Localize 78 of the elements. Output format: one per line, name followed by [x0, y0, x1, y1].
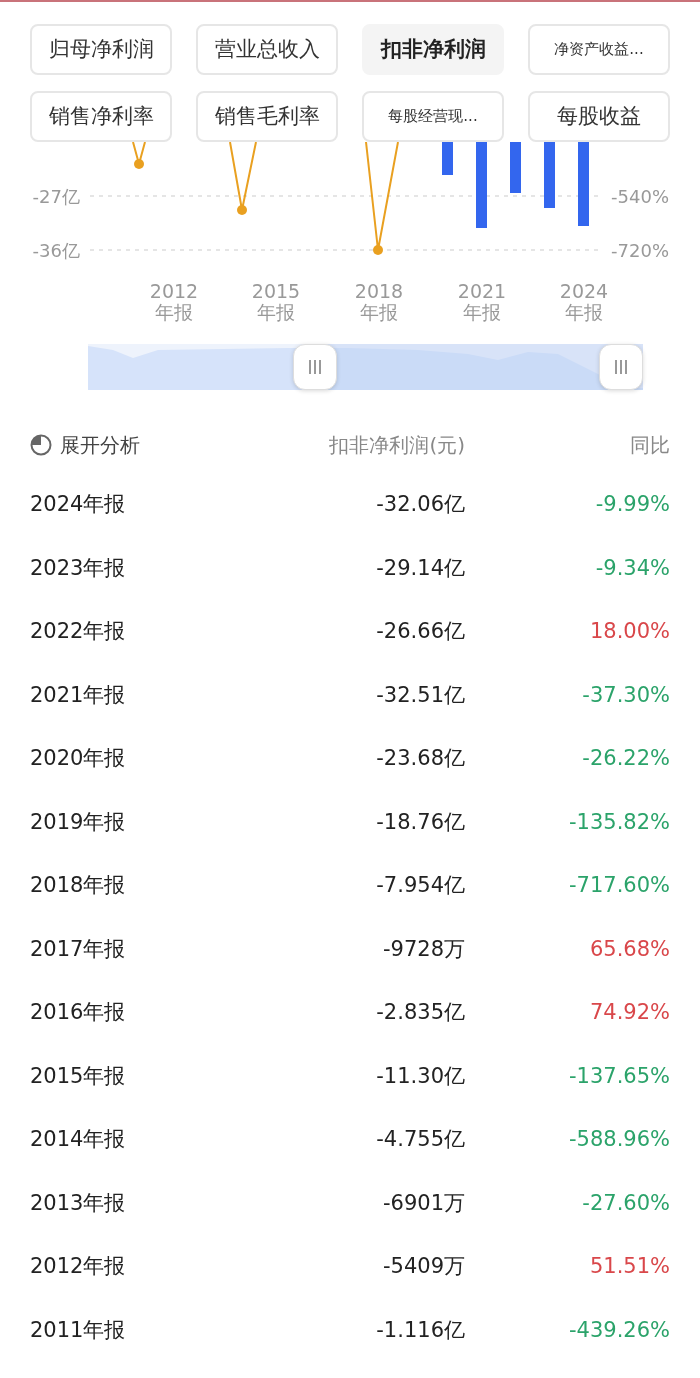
yoy-change: -588.96%: [569, 1127, 670, 1151]
period-label: 2012年报: [30, 1254, 126, 1278]
yoy-change: -439.26%: [569, 1317, 670, 1342]
metric-tab[interactable]: 扣非净利润: [362, 24, 504, 75]
grip-icon: [613, 359, 629, 375]
axis-label: -540%: [611, 186, 669, 207]
period-label: 2022年报: [30, 619, 126, 643]
bar: [442, 142, 453, 175]
period-label: 2015年报: [30, 1063, 126, 1088]
slider-handle[interactable]: [293, 344, 337, 390]
axis-label: 2018: [354, 280, 404, 302]
yoy-change: 74.92%: [589, 1000, 670, 1024]
metric-tab[interactable]: 营业总收入: [196, 24, 338, 75]
slider-handle[interactable]: [599, 344, 643, 390]
axis-label: 2012: [149, 280, 199, 302]
period-label: 2016年报: [30, 1000, 126, 1024]
value-cell: -9728万: [382, 936, 465, 961]
axis-label: 年报: [257, 301, 295, 323]
value-cell: -5409万: [382, 1254, 465, 1278]
axis-label: -27亿: [32, 186, 80, 207]
axis-label: 2024: [559, 280, 609, 302]
period-label: 2021年报: [30, 682, 126, 707]
axis-label: 年报: [463, 301, 501, 323]
yoy-change: -9.34%: [595, 555, 670, 580]
bar: [544, 142, 555, 208]
value-cell: -1.116亿: [376, 1317, 465, 1342]
value-cell: -26.66亿: [376, 619, 465, 643]
yoy-change: 51.51%: [589, 1254, 670, 1278]
data-point: [373, 245, 383, 255]
value-cell: -18.76亿: [376, 809, 465, 834]
period-label: 2011年报: [30, 1317, 126, 1342]
data-point: [237, 205, 247, 215]
grip-icon: [307, 359, 323, 375]
metric-tab[interactable]: 每股收益: [528, 91, 670, 142]
value-cell: -4.755亿: [376, 1127, 465, 1151]
value-cell: -7.954亿: [376, 873, 465, 897]
period-label: 2020年报: [30, 746, 126, 770]
yoy-change: -137.65%: [569, 1063, 670, 1088]
period-label: 2024年报: [30, 492, 126, 516]
data-point: [134, 159, 144, 169]
axis-label: 年报: [565, 301, 603, 323]
axis-label: -36亿: [32, 240, 80, 261]
metric-tab[interactable]: 归母净利润: [30, 24, 172, 75]
axis-label: 2021: [457, 280, 507, 302]
period-label: 2018年报: [30, 873, 126, 897]
yoy-change: 18.00%: [589, 619, 670, 643]
yoy-change: -9.99%: [595, 492, 670, 516]
metric-tab[interactable]: 销售净利率: [30, 91, 172, 142]
period-label: 2014年报: [30, 1127, 126, 1151]
period-label: 2017年报: [30, 936, 126, 961]
yoy-change: 65.68%: [589, 936, 670, 961]
value-cell: -29.14亿: [376, 555, 465, 580]
value-cell: -23.68亿: [376, 746, 465, 770]
expand-analysis-link[interactable]: 展开分析: [60, 430, 140, 460]
metric-tab[interactable]: 净资产收益...: [528, 24, 670, 75]
yoy-change: -135.82%: [569, 809, 670, 834]
yoy-change: -37.30%: [582, 682, 670, 707]
metric-tab[interactable]: 销售毛利率: [196, 91, 338, 142]
value-cell: -6901万: [382, 1190, 465, 1215]
metric-tab[interactable]: 每股经营现...: [362, 91, 504, 142]
value-cell: -2.835亿: [376, 1000, 465, 1024]
axis-label: 年报: [155, 301, 193, 323]
period-label: 2019年报: [30, 809, 126, 834]
value-cell: -11.30亿: [376, 1063, 465, 1088]
axis-label: 年报: [360, 301, 398, 323]
column-header: 扣非净利润(元): [329, 433, 465, 457]
yoy-change: -27.60%: [582, 1190, 670, 1215]
axis-label: -720%: [611, 240, 669, 261]
yoy-change: -717.60%: [569, 873, 670, 897]
axis-label: 2015: [251, 280, 301, 302]
period-label: 2023年报: [30, 555, 126, 580]
pie-chart-icon: [30, 434, 52, 456]
value-cell: -32.06亿: [376, 492, 465, 516]
column-header: 同比: [630, 433, 670, 457]
yoy-change: -26.22%: [582, 746, 670, 770]
value-cell: -32.51亿: [376, 682, 465, 707]
period-label: 2013年报: [30, 1190, 126, 1215]
bar: [510, 142, 521, 193]
